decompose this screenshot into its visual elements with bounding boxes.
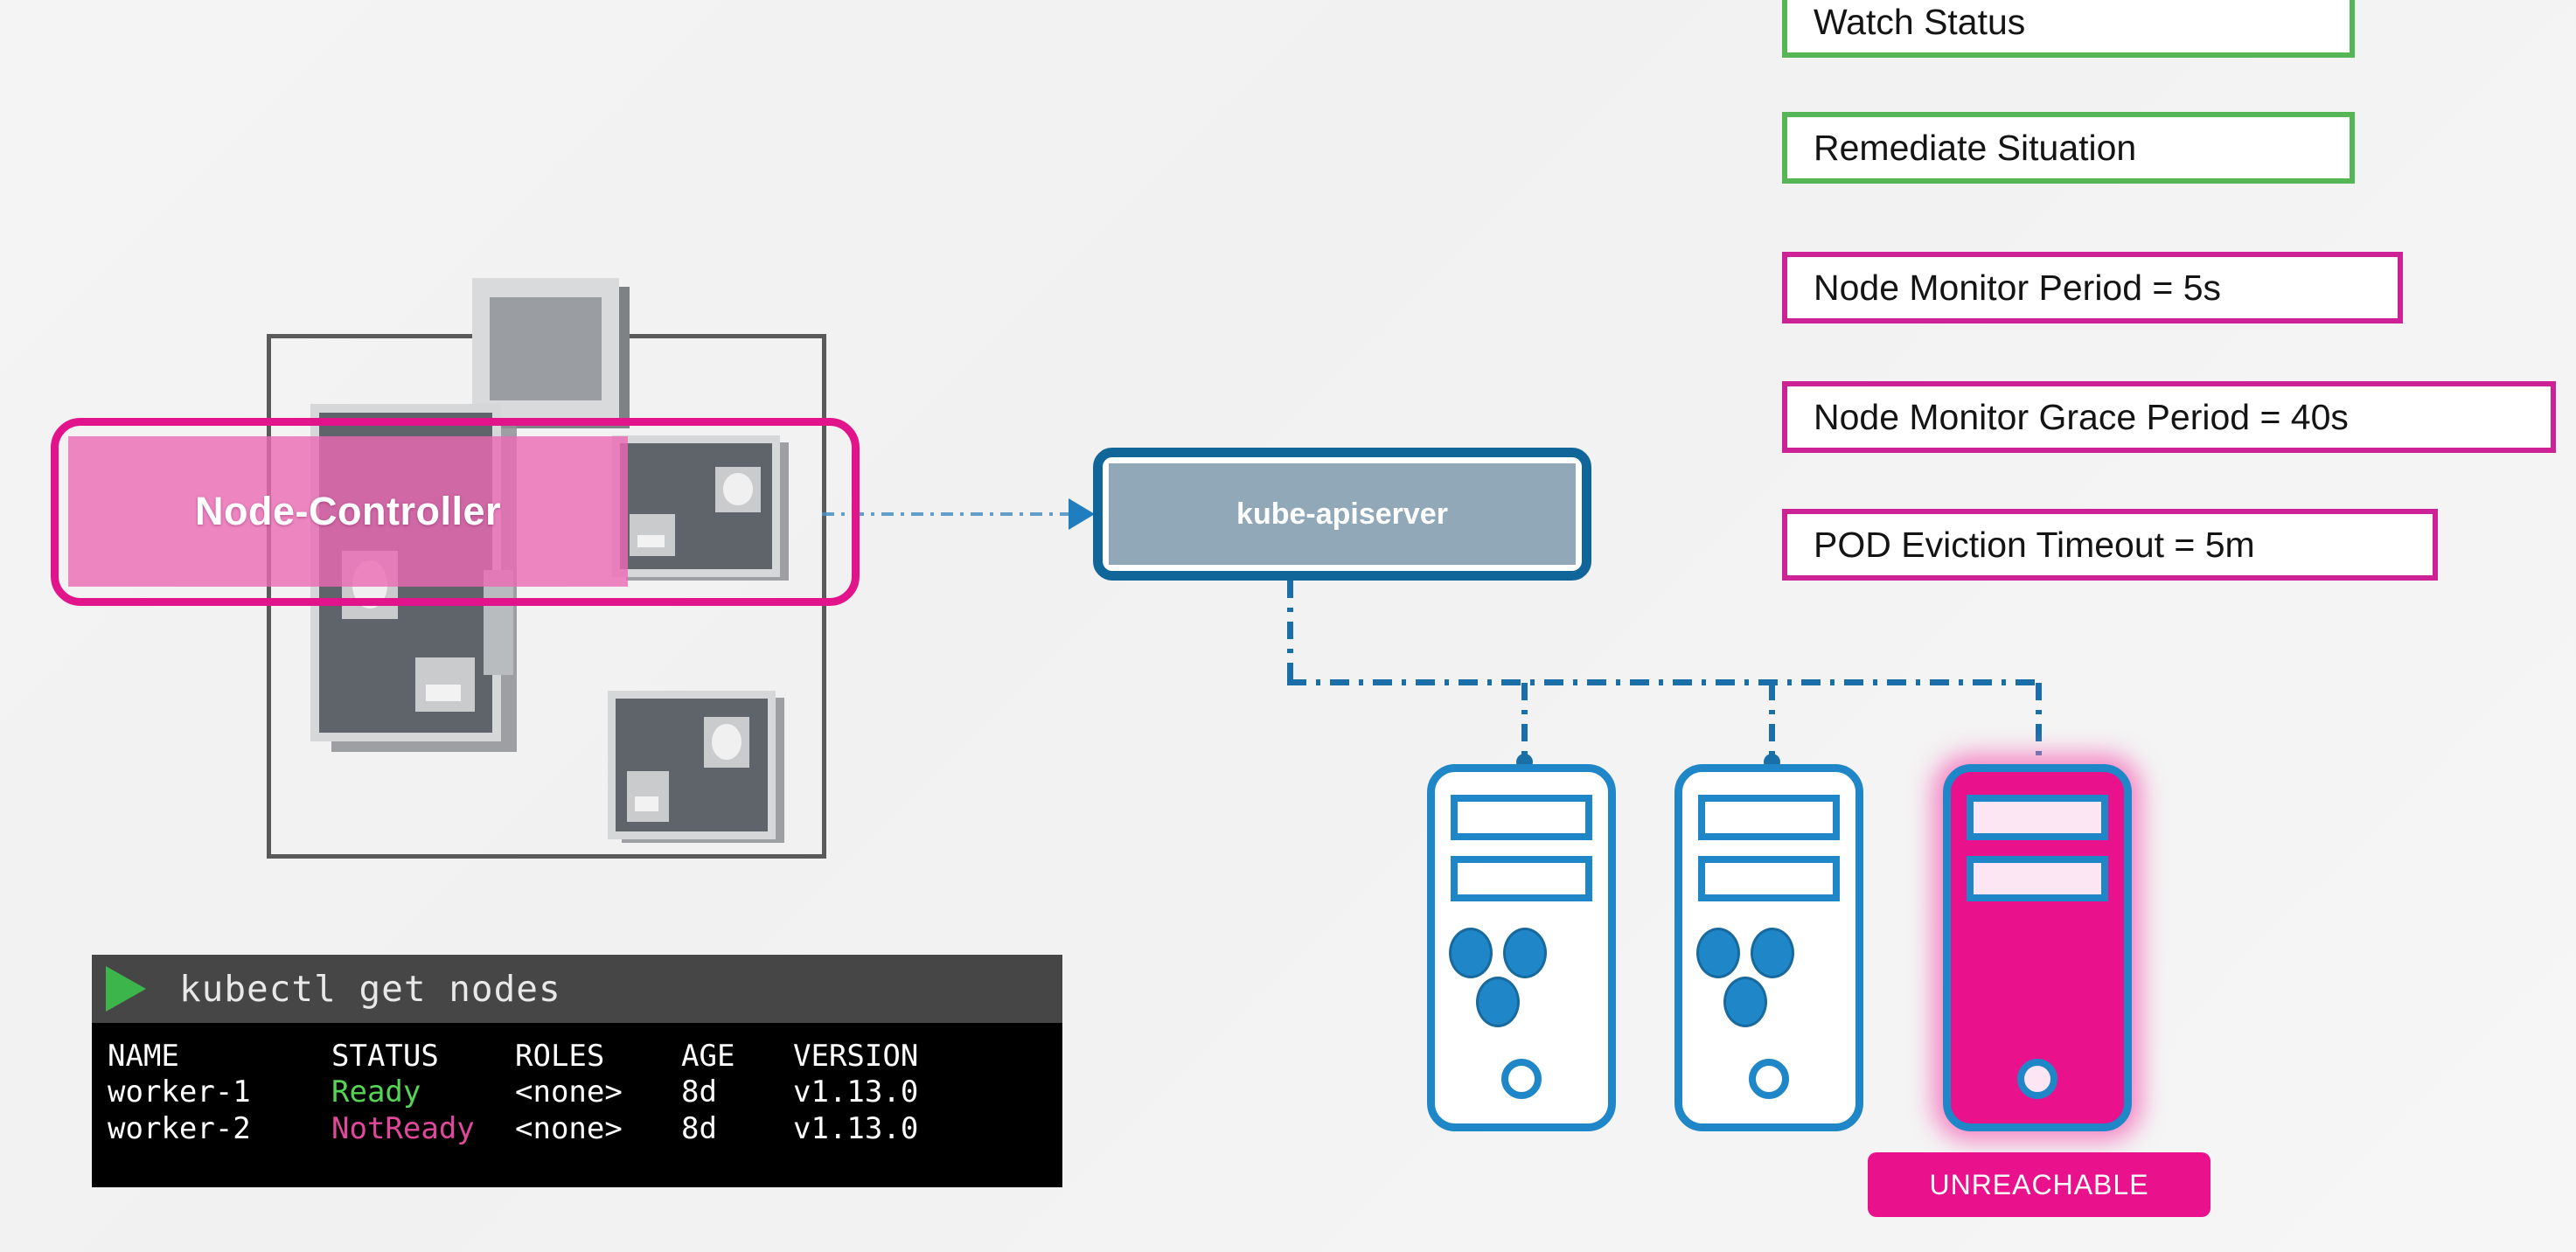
terminal-header: kubectl get nodes	[92, 955, 1062, 1023]
kube-apiserver-box: kube-apiserver	[1093, 448, 1591, 581]
node-bus-line	[1287, 679, 2041, 685]
terminal-header-row: NAME STATUS ROLES AGE VERSION	[108, 1039, 1062, 1075]
column-header-version: VERSION	[793, 1039, 919, 1074]
drive-bay	[1450, 795, 1593, 840]
cell-status: Ready	[331, 1075, 421, 1110]
unreachable-status-badge: UNREACHABLE	[1868, 1152, 2210, 1217]
table-row: worker-2 NotReady <none> 8d v1.13.0	[108, 1111, 1062, 1147]
column-header-name: NAME	[108, 1039, 179, 1074]
node-indicator-dots	[1682, 928, 1855, 1059]
node-indicator-dots	[1435, 928, 1608, 1059]
node-controller-label: Node-Controller	[195, 489, 501, 533]
control-plane-server-icon-right-bottom	[608, 691, 791, 848]
cell-name: worker-1	[108, 1075, 251, 1110]
terminal-output: NAME STATUS ROLES AGE VERSION worker-1 R…	[92, 1023, 1062, 1187]
info-box-pod-eviction-timeout: POD Eviction Timeout = 5m	[1782, 509, 2438, 581]
server-slot	[627, 771, 669, 822]
arrow-right-icon	[1069, 498, 1095, 530]
node-3-drop-line	[2036, 683, 2042, 768]
cell-age: 8d	[681, 1075, 717, 1110]
worker-node-1-icon	[1427, 764, 1616, 1131]
column-header-status: STATUS	[331, 1039, 439, 1074]
column-header-age: AGE	[681, 1039, 735, 1074]
drive-bay	[1450, 856, 1593, 901]
node-controller-to-apiserver-link	[822, 512, 1076, 516]
cell-roles: <none>	[515, 1075, 623, 1110]
power-button-icon	[1749, 1059, 1789, 1099]
info-box-node-monitor-period: Node Monitor Period = 5s	[1782, 252, 2403, 323]
drive-bay	[1966, 856, 2109, 901]
table-row: worker-1 Ready <none> 8d v1.13.0	[108, 1075, 1062, 1110]
cell-version: v1.13.0	[793, 1110, 919, 1146]
play-icon	[106, 966, 146, 1012]
cell-roles: <none>	[515, 1110, 623, 1146]
cell-status: NotReady	[331, 1110, 475, 1146]
cell-age: 8d	[681, 1110, 717, 1146]
drive-bay	[1697, 856, 1841, 901]
drive-bay	[1966, 795, 2109, 840]
power-button-icon	[1501, 1059, 1542, 1099]
kube-apiserver-label: kube-apiserver	[1109, 463, 1576, 565]
info-box-remediate: Remediate Situation	[1782, 112, 2355, 184]
cell-name: worker-2	[108, 1110, 251, 1146]
column-header-roles: ROLES	[515, 1039, 605, 1074]
server-disc	[704, 717, 749, 768]
info-box-watch-status: Watch Status	[1782, 0, 2355, 58]
cell-version: v1.13.0	[793, 1075, 919, 1110]
worker-node-2-icon	[1674, 764, 1863, 1131]
monitor-screen	[490, 297, 602, 400]
info-box-node-monitor-grace-period: Node Monitor Grace Period = 40s	[1782, 381, 2556, 453]
server-slot	[415, 657, 475, 712]
drive-bay	[1697, 795, 1841, 840]
worker-node-3-unreachable-icon	[1943, 764, 2132, 1131]
terminal-command-text: kubectl get nodes	[179, 968, 561, 1010]
apiserver-bus-drop-line	[1287, 581, 1293, 682]
power-button-icon	[2017, 1059, 2057, 1099]
terminal-window: kubectl get nodes NAME STATUS ROLES AGE …	[92, 955, 1062, 1187]
